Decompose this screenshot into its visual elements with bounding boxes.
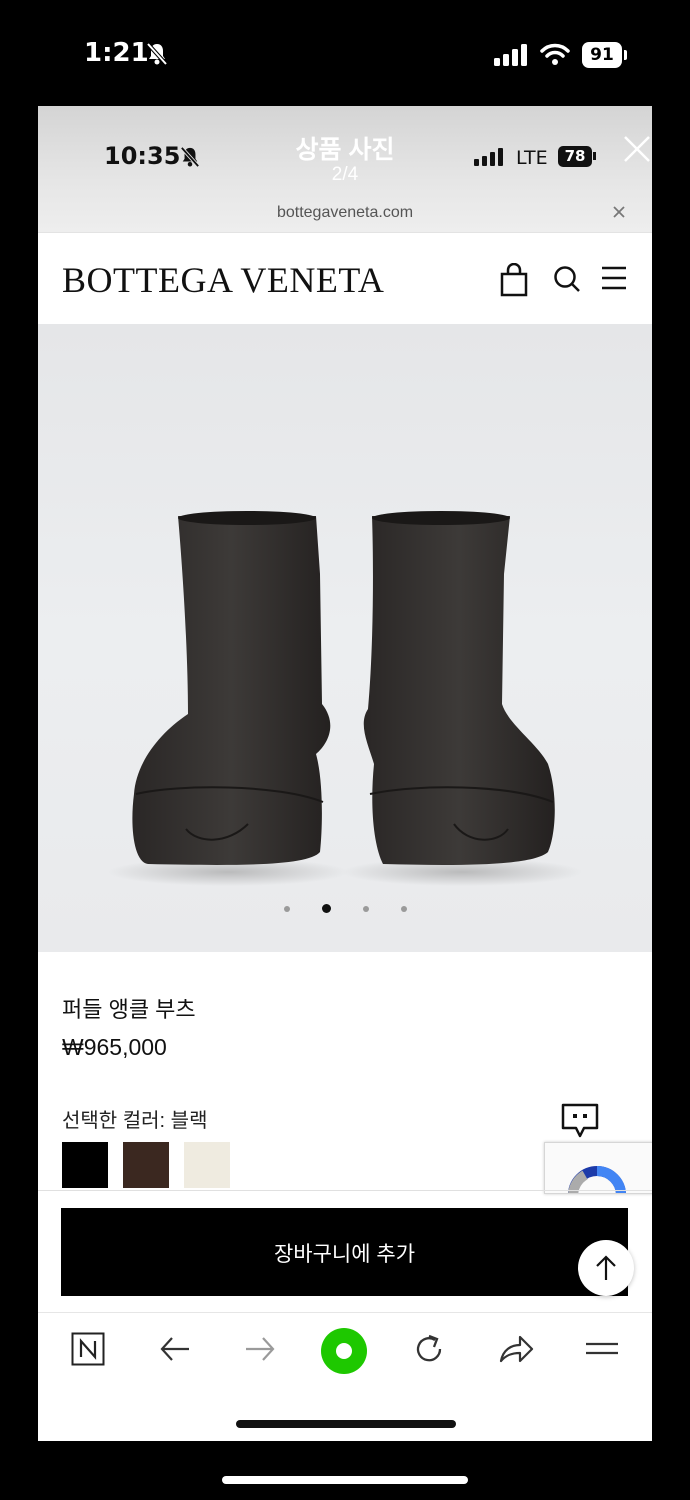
share-icon[interactable]: [498, 1332, 534, 1366]
scroll-to-top-button[interactable]: [578, 1240, 634, 1296]
inner-home-indicator: [236, 1420, 456, 1428]
color-swatch-cream[interactable]: [184, 1142, 230, 1188]
search-icon[interactable]: [552, 263, 582, 295]
battery-nub: [624, 50, 627, 60]
bottom-toolbar-divider: [38, 1312, 652, 1313]
naver-green-dot-icon[interactable]: [321, 1328, 367, 1374]
screenshot-viewer: 10:35 상품 사진 2/4 LTE 78 bottegaveneta.com: [38, 106, 652, 1441]
bell-muted-icon: [146, 42, 168, 66]
close-icon[interactable]: [622, 134, 652, 164]
carousel-dot[interactable]: [321, 904, 331, 913]
outer-status-time: 1:21: [84, 38, 149, 68]
product-price: ₩965,000: [62, 1034, 167, 1060]
hamburger-menu-icon[interactable]: [600, 265, 628, 291]
inner-battery-indicator: 78: [558, 146, 592, 167]
image-counter: 2/4: [331, 164, 359, 185]
color-swatch-brown[interactable]: [123, 1142, 169, 1188]
inner-battery-nub: [593, 152, 596, 160]
carousel-dot[interactable]: [283, 905, 290, 912]
battery-indicator: 91: [582, 42, 622, 68]
naver-n-icon[interactable]: [71, 1332, 105, 1366]
url-close-icon[interactable]: [612, 205, 626, 219]
product-image-carousel[interactable]: [38, 324, 652, 952]
recaptcha-icon: [568, 1166, 626, 1193]
back-arrow-icon[interactable]: [158, 1332, 192, 1366]
brand-logo[interactable]: BOTTEGA VENETA: [62, 259, 384, 301]
selected-color-label: 선택한 컬러: 블랙: [62, 1110, 208, 1132]
url-bar[interactable]: bottegaveneta.com: [38, 204, 652, 222]
color-swatch-black[interactable]: [62, 1142, 108, 1188]
carousel-pagination: [38, 904, 652, 913]
carousel-dot[interactable]: [362, 905, 369, 912]
cellular-signal-icon: [494, 44, 527, 66]
add-to-cart-button[interactable]: 장바구니에 추가: [61, 1208, 628, 1296]
reload-icon[interactable]: [412, 1332, 446, 1366]
chat-icon[interactable]: [560, 1102, 600, 1140]
product-name: 퍼들 앵클 부츠: [62, 997, 196, 1022]
arrow-up-icon: [596, 1255, 616, 1280]
carousel-dot[interactable]: [400, 905, 407, 912]
inner-cellular-signal-icon: [474, 148, 503, 166]
site-header: BOTTEGA VENETA: [38, 232, 652, 325]
menu-lines-icon[interactable]: [584, 1332, 620, 1366]
recaptcha-badge[interactable]: [544, 1142, 652, 1194]
section-divider: [38, 1190, 652, 1191]
shopping-bag-icon[interactable]: [498, 263, 530, 297]
network-type: LTE: [516, 147, 548, 169]
viewer-header: 10:35 상품 사진 2/4 LTE 78 bottegaveneta.com: [38, 106, 652, 232]
home-indicator: [222, 1476, 468, 1484]
product-image-boots: [108, 511, 582, 886]
wifi-icon: [540, 43, 570, 65]
forward-arrow-icon[interactable]: [243, 1332, 277, 1366]
